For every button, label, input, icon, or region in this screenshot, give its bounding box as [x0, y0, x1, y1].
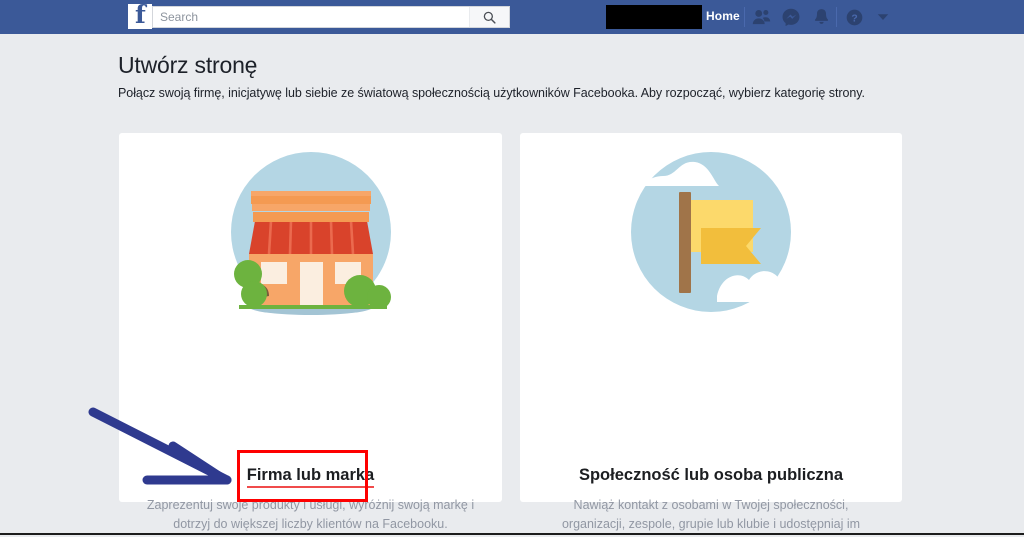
nav-divider — [744, 7, 745, 27]
card-title-business: Firma lub marka — [119, 466, 502, 488]
card-title-text: Firma lub marka — [246, 466, 375, 488]
svg-text:?: ? — [851, 13, 857, 24]
account-chevron-down-icon[interactable] — [872, 7, 894, 27]
card-description-business: Zaprezentuj swoje produkty i usługi, wyr… — [146, 498, 475, 531]
messenger-icon[interactable] — [780, 7, 802, 27]
messenger-glyph-icon — [782, 8, 800, 26]
card-title-community: Społeczność lub osoba publiczna — [520, 466, 902, 485]
page-subtitle: Połącz swoją firmę, inicjatywę lub siebi… — [118, 86, 865, 100]
bell-glyph-icon — [814, 9, 828, 24]
search-input[interactable] — [153, 7, 469, 27]
card-community-or-public-figure[interactable]: Społeczność lub osoba publiczna Nawiąż k… — [520, 133, 902, 537]
notifications-bell-icon[interactable] — [810, 7, 832, 27]
home-link[interactable]: Home — [706, 9, 740, 23]
help-glyph-icon: ? — [846, 9, 862, 25]
search-bar[interactable] — [152, 6, 510, 28]
help-question-icon[interactable]: ? — [843, 7, 865, 27]
chevron-down-glyph-icon — [877, 14, 889, 20]
facebook-logo-letter: f — [135, 4, 146, 29]
card-business-or-brand[interactable]: Firma lub marka Zaprezentuj swoje produk… — [119, 133, 502, 531]
search-submit-button[interactable] — [469, 7, 509, 27]
page-title: Utwórz stronę — [118, 52, 258, 78]
storefront-icon — [230, 152, 391, 315]
friends-glyph-icon — [752, 9, 770, 25]
friend-requests-icon[interactable] — [750, 7, 772, 27]
facebook-top-navigation-bar: f Home — [0, 0, 1024, 34]
facebook-logo[interactable]: f — [128, 4, 152, 29]
flag-icon — [631, 152, 791, 312]
search-icon — [483, 11, 496, 24]
nav-divider — [836, 7, 837, 27]
card-title-text: Społeczność lub osoba publiczna — [578, 466, 844, 484]
bottom-border — [0, 533, 1024, 535]
card-description-community: Nawiąż kontakt z osobami w Twojej społec… — [561, 498, 861, 537]
profile-name-redaction-box — [606, 5, 702, 29]
